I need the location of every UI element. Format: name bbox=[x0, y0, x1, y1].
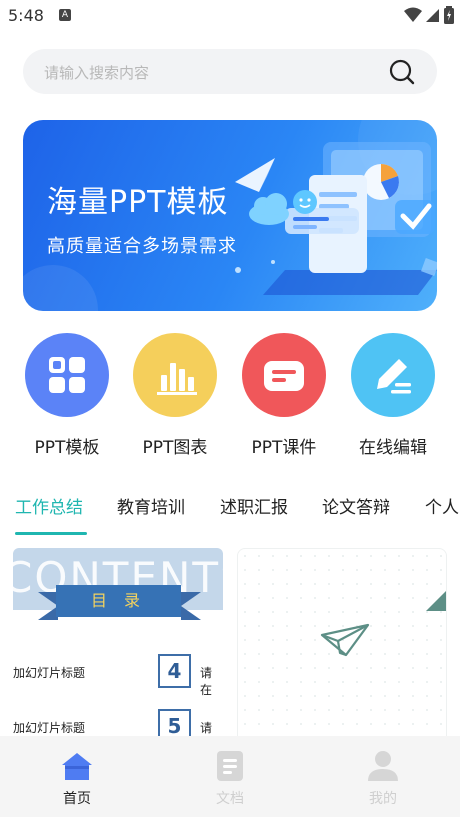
tab-work-summary[interactable]: 工作总结 bbox=[15, 493, 83, 518]
app-screen: 5:48 A 请输入搜索内容 海量PPT模板 高质量适合多场景需求 PPT模板 … bbox=[0, 0, 460, 817]
nav-profile[interactable]: 我的 bbox=[353, 750, 413, 808]
paper-plane-icon bbox=[320, 623, 370, 657]
category-label: 在线编辑 bbox=[359, 438, 427, 458]
nav-home[interactable]: 首页 bbox=[47, 750, 107, 808]
category-online-edit[interactable]: 在线编辑 bbox=[343, 333, 443, 458]
search-input[interactable]: 请输入搜索内容 bbox=[44, 62, 149, 83]
tab-thesis-defense[interactable]: 论文答辩 bbox=[322, 493, 390, 518]
notification-icon: A bbox=[59, 9, 71, 21]
ribbon-title: 目 录 bbox=[56, 585, 181, 617]
row-title: 加幻灯片标题 bbox=[13, 666, 86, 680]
category-label: PPT图表 bbox=[142, 438, 208, 458]
courseware-icon bbox=[242, 333, 326, 417]
document-icon bbox=[217, 751, 243, 781]
row-number: 4 bbox=[158, 654, 191, 688]
search-bar[interactable]: 请输入搜索内容 bbox=[23, 49, 437, 94]
tab-education-training[interactable]: 教育培训 bbox=[117, 493, 185, 518]
battery-icon bbox=[444, 6, 454, 24]
nav-label: 首页 bbox=[63, 791, 91, 807]
category-label: PPT模板 bbox=[34, 438, 100, 458]
edit-icon bbox=[351, 333, 435, 417]
row-title: 加幻灯片标题 bbox=[13, 721, 86, 735]
ribbon-tail-left bbox=[38, 592, 58, 620]
wifi-icon bbox=[404, 7, 422, 22]
ribbon-tail-right bbox=[181, 592, 201, 620]
signal-icon bbox=[426, 9, 439, 22]
status-time: 5:48 bbox=[8, 6, 44, 25]
home-icon bbox=[62, 753, 92, 780]
category-ppt-template[interactable]: PPT模板 bbox=[17, 333, 117, 458]
nav-label: 文档 bbox=[216, 791, 244, 807]
category-tabs: 工作总结 教育培训 述职汇报 论文答辩 个人 bbox=[0, 490, 460, 535]
row-extra: 请在 bbox=[200, 666, 213, 697]
grid-icon bbox=[25, 333, 109, 417]
banner-title: 海量PPT模板 bbox=[47, 185, 229, 220]
category-label: PPT课件 bbox=[251, 438, 317, 458]
card-illustration bbox=[320, 591, 446, 657]
nav-label: 我的 bbox=[369, 791, 397, 807]
list-item: 加幻灯片标题 4 请在 bbox=[13, 654, 223, 697]
active-tab-indicator bbox=[15, 532, 87, 535]
template-card[interactable]: CONTENTS 目 录 加幻灯片标题 4 请在 加幻灯片标题 5 请在 bbox=[13, 548, 223, 748]
category-ppt-courseware[interactable]: PPT课件 bbox=[234, 333, 334, 458]
template-card[interactable] bbox=[237, 548, 447, 748]
status-bar: 5:48 A bbox=[0, 0, 460, 32]
bottom-nav: 首页 文档 我的 bbox=[0, 736, 460, 817]
category-grid: PPT模板 PPT图表 PPT课件 在线编辑 bbox=[0, 333, 460, 458]
nav-documents[interactable]: 文档 bbox=[200, 750, 260, 808]
search-icon[interactable] bbox=[389, 59, 415, 85]
tab-personal[interactable]: 个人 bbox=[425, 493, 459, 518]
system-icons bbox=[404, 6, 454, 24]
category-ppt-chart[interactable]: PPT图表 bbox=[125, 333, 225, 458]
banner-subtitle: 高质量适合多场景需求 bbox=[47, 236, 237, 257]
bar-chart-icon bbox=[133, 333, 217, 417]
tab-job-report[interactable]: 述职汇报 bbox=[220, 493, 288, 518]
promo-banner[interactable]: 海量PPT模板 高质量适合多场景需求 bbox=[23, 120, 437, 311]
profile-icon bbox=[368, 751, 398, 781]
